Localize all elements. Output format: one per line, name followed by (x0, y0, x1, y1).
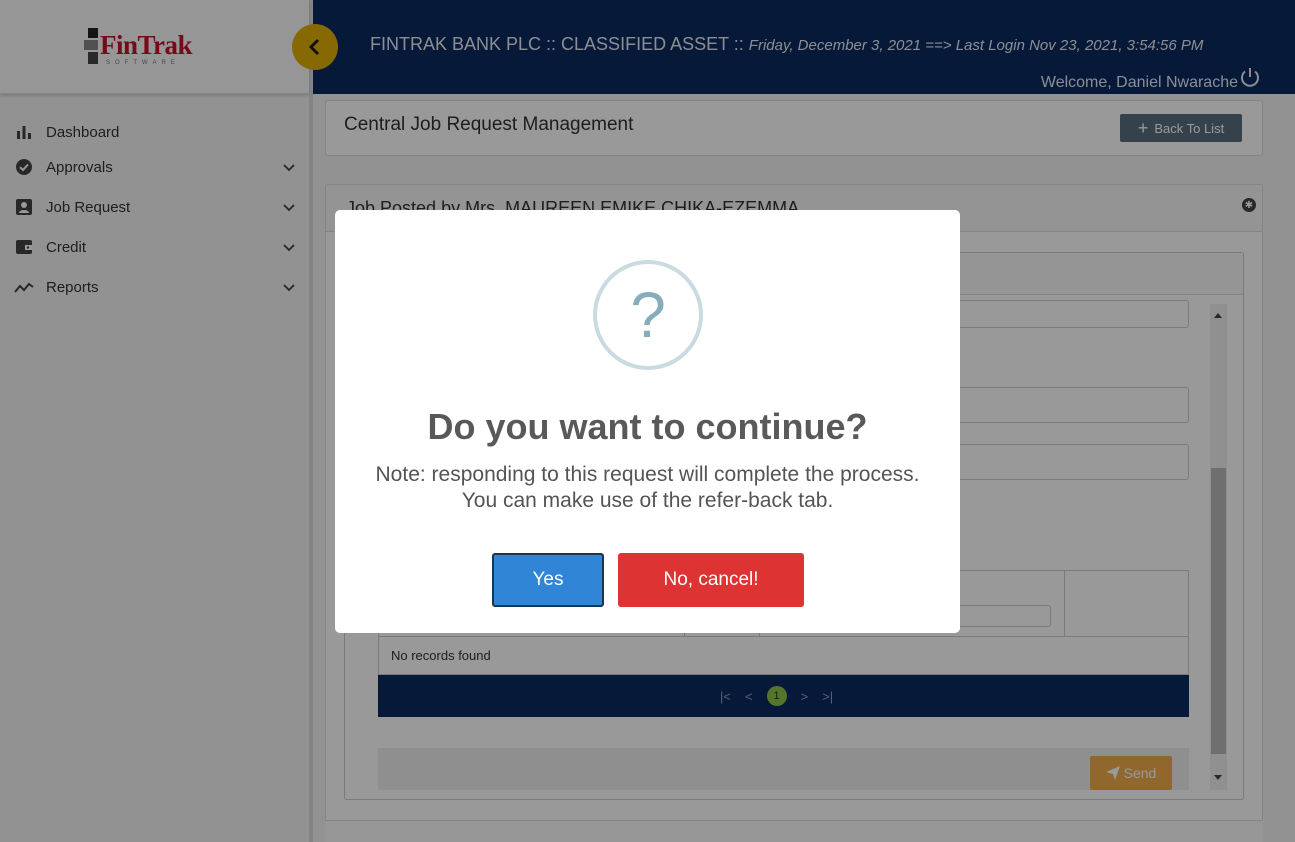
dialog-title: Do you want to continue? (427, 406, 868, 447)
question-icon: ? (593, 260, 703, 370)
dialog-message: Note: responding to this request will co… (375, 463, 920, 512)
confirm-yes-button[interactable]: Yes (492, 553, 604, 607)
confirm-dialog: ? Do you want to continue? Note: respond… (335, 210, 960, 633)
cancel-button[interactable]: No, cancel! (618, 553, 804, 607)
